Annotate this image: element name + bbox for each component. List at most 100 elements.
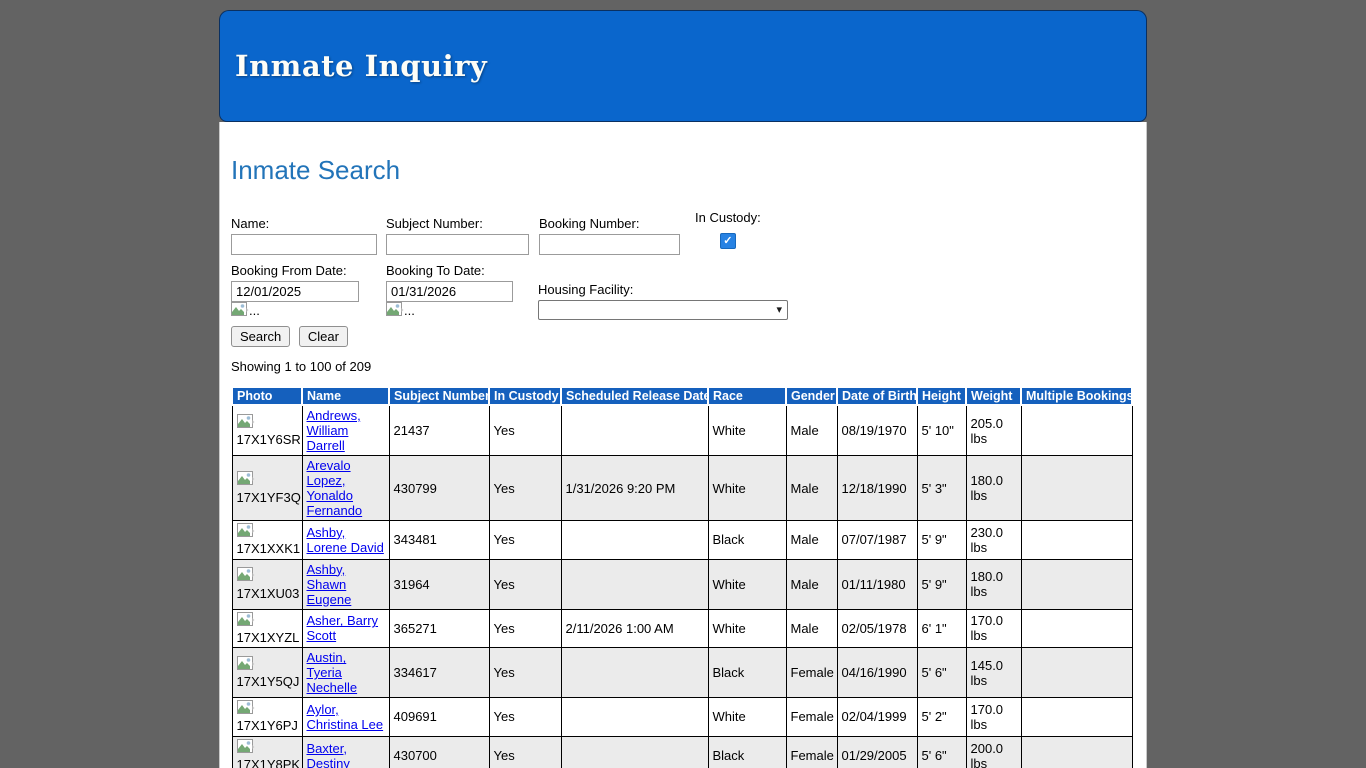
broken-image-icon [237,700,255,719]
weight-cell: 145.0 lbs [966,648,1021,698]
date-of-birth-cell: 07/07/1987 [837,521,917,560]
table-header-row: PhotoNameSubject NumberIn CustodySchedul… [232,387,1132,405]
results-table: PhotoNameSubject NumberIn CustodySchedul… [231,386,1133,768]
in-custody-cell: Yes [489,456,561,521]
subject-number-cell: 334617 [389,648,489,698]
in-custody-cell: Yes [489,521,561,560]
inmate-name-link[interactable]: Aylor, Christina Lee [307,702,384,732]
booking-from-input[interactable] [231,281,359,302]
inmate-name-link[interactable]: Ashby, Shawn Eugene [307,562,352,607]
in-custody-cell: Yes [489,698,561,737]
table-row: 17X1Y5QJ Austin, Tyeria Nechelle 334617 … [232,648,1132,698]
subject-number-cell: 21437 [389,405,489,456]
race-cell: Black [708,521,786,560]
race-cell: Black [708,736,786,768]
photo-alt-text: 17X1XYZL [237,631,298,645]
scheduled-release-date-cell [561,559,708,609]
table-row: 17X1Y6SR Andrews, William Darrell 21437 … [232,405,1132,456]
scheduled-release-date-cell [561,648,708,698]
photo-cell[interactable]: 17X1XYZL [232,609,302,648]
date-of-birth-cell: 01/11/1980 [837,559,917,609]
broken-image-icon [237,567,255,586]
broken-image-icon [237,471,255,490]
broken-image-icon [237,739,255,758]
booking-to-calendar-button[interactable]: ... [386,302,415,321]
booking-number-label: Booking Number: [539,216,680,231]
date-of-birth-cell: 12/18/1990 [837,456,917,521]
inmate-search-heading: Inmate Search [231,122,1135,186]
photo-alt-text: 17X1XXK1 [237,542,298,556]
booking-to-label: Booking To Date: [386,263,513,278]
name-cell: Aylor, Christina Lee [302,698,389,737]
inmate-name-link[interactable]: Ashby, Lorene David [307,525,384,555]
photo-cell[interactable]: 17X1Y8PK [232,736,302,768]
booking-from-label: Booking From Date: [231,263,359,278]
weight-cell: 170.0 lbs [966,698,1021,737]
inmate-name-link[interactable]: Asher, Barry Scott [307,613,379,643]
table-row: 17X1XYZL Asher, Barry Scott 365271 Yes 2… [232,609,1132,648]
name-cell: Baxter, Destiny [302,736,389,768]
gender-cell: Female [786,648,837,698]
weight-cell: 205.0 lbs [966,405,1021,456]
inmate-name-link[interactable]: Arevalo Lopez, Yonaldo Fernando [307,458,363,518]
broken-image-icon [237,656,255,675]
date-of-birth-cell: 08/19/1970 [837,405,917,456]
gender-cell: Male [786,559,837,609]
photo-cell[interactable]: 17X1Y6SR [232,405,302,456]
race-cell: White [708,698,786,737]
booking-from-calendar-button[interactable]: ... [231,302,260,321]
gender-cell: Female [786,736,837,768]
photo-cell[interactable]: 17X1Y6PJ [232,698,302,737]
in-custody-cell: Yes [489,405,561,456]
gender-cell: Male [786,521,837,560]
inmate-name-link[interactable]: Baxter, Destiny [307,741,350,768]
subject-number-input[interactable] [386,234,529,255]
name-cell: Ashby, Lorene David [302,521,389,560]
table-row: 17X1YF3Q Arevalo Lopez, Yonaldo Fernando… [232,456,1132,521]
subject-number-cell: 31964 [389,559,489,609]
photo-cell[interactable]: 17X1YF3Q [232,456,302,521]
search-button[interactable]: Search [231,326,290,347]
weight-cell: 180.0 lbs [966,559,1021,609]
column-header: Multiple Bookings [1021,387,1132,405]
chevron-down-icon: ▾ [776,303,782,316]
page-title: Inmate Inquiry [235,49,487,83]
subject-number-cell: 430700 [389,736,489,768]
scheduled-release-date-cell: 1/31/2026 9:20 PM [561,456,708,521]
name-input[interactable] [231,234,377,255]
photo-cell[interactable]: 17X1XXK1 [232,521,302,560]
inmate-name-link[interactable]: Andrews, William Darrell [307,408,361,453]
housing-facility-select[interactable]: ▾ [538,300,788,320]
weight-cell: 170.0 lbs [966,609,1021,648]
date-of-birth-cell: 04/16/1990 [837,648,917,698]
page-banner: Inmate Inquiry [219,10,1147,122]
name-cell: Andrews, William Darrell [302,405,389,456]
table-row: 17X1XU03 Ashby, Shawn Eugene 31964 Yes W… [232,559,1132,609]
gender-cell: Male [786,456,837,521]
photo-cell[interactable]: 17X1XU03 [232,559,302,609]
name-cell: Austin, Tyeria Nechelle [302,648,389,698]
column-header: Height [917,387,966,405]
booking-to-input[interactable] [386,281,513,302]
column-header: Weight [966,387,1021,405]
weight-cell: 200.0 lbs [966,736,1021,768]
name-cell: Arevalo Lopez, Yonaldo Fernando [302,456,389,521]
results-summary: Showing 1 to 100 of 209 [231,359,1135,374]
scheduled-release-date-cell: 2/11/2026 1:00 AM [561,609,708,648]
photo-cell[interactable]: 17X1Y5QJ [232,648,302,698]
clear-button[interactable]: Clear [299,326,348,347]
scheduled-release-date-cell [561,698,708,737]
booking-number-input[interactable] [539,234,680,255]
inmate-name-link[interactable]: Austin, Tyeria Nechelle [307,650,358,695]
subject-number-cell: 343481 [389,521,489,560]
gender-cell: Male [786,405,837,456]
in-custody-checkbox[interactable]: ✓ [720,233,736,249]
broken-image-icon [231,302,249,321]
multiple-bookings-cell [1021,456,1132,521]
in-custody-cell: Yes [489,648,561,698]
content-area: Inmate Search Name: Subject Number: Book… [219,122,1147,768]
race-cell: White [708,609,786,648]
scheduled-release-date-cell [561,405,708,456]
height-cell: 5' 6" [917,736,966,768]
in-custody-cell: Yes [489,736,561,768]
